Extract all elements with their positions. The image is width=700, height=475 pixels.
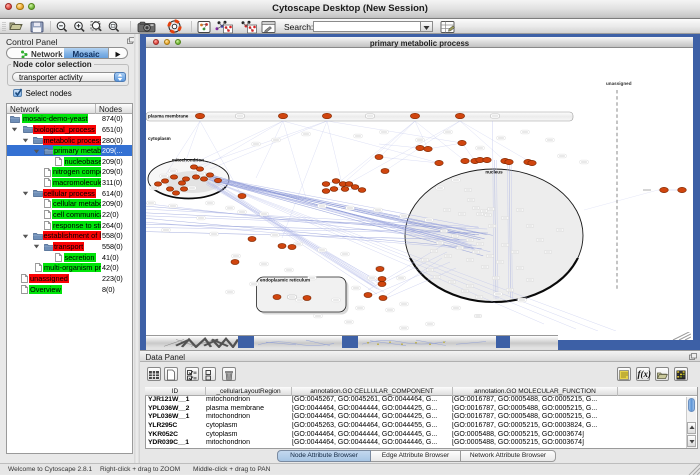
svg-text:cytoplasm: cytoplasm xyxy=(148,136,171,141)
svg-text:nucleus: nucleus xyxy=(485,170,503,175)
svg-text:unassigned: unassigned xyxy=(606,81,632,86)
svg-text:mitochondrion: mitochondrion xyxy=(172,158,204,163)
svg-text:endoplasmic reticulum: endoplasmic reticulum xyxy=(260,278,310,283)
svg-text:plasma membrane: plasma membrane xyxy=(148,114,189,119)
